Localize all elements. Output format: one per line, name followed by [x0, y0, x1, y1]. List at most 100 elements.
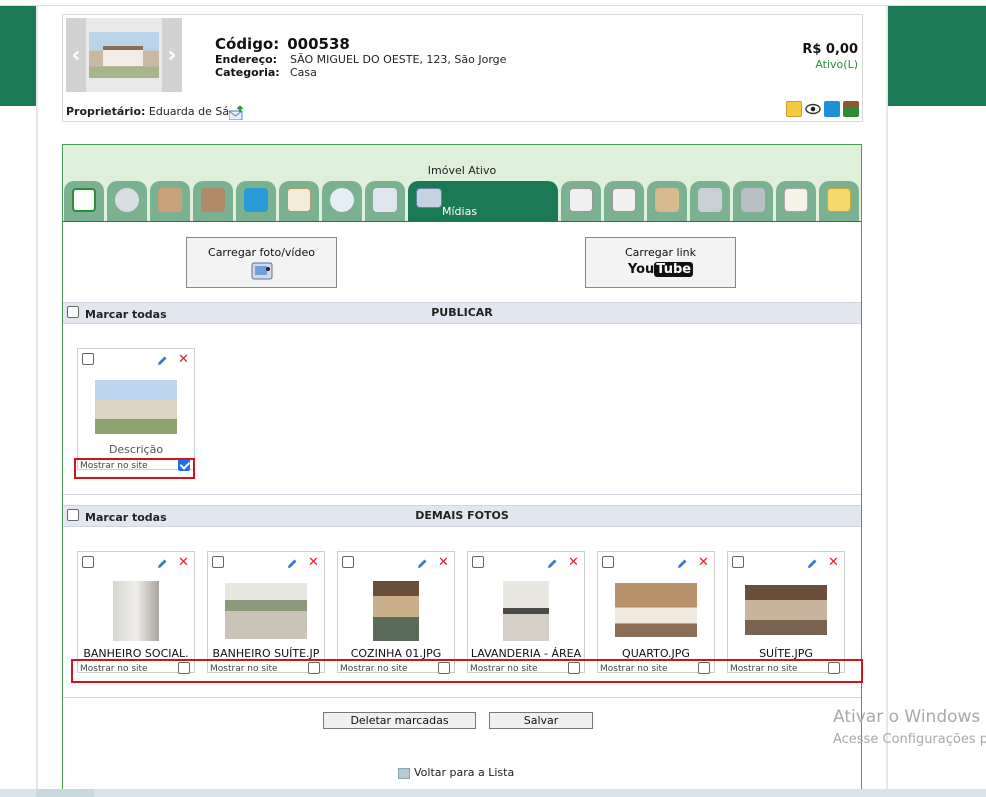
edit-pencil-icon[interactable]: [286, 558, 297, 569]
email-upload-icon[interactable]: [228, 105, 245, 121]
property-header: ‹ › Código: 000538 Endereço: SÃO MIGUEL D…: [62, 14, 863, 122]
tab-keys[interactable]: [690, 181, 730, 221]
other-photos-section-header: Marcar todas DEMAIS FOTOS: [63, 505, 861, 527]
tab-note[interactable]: [819, 181, 859, 221]
building-icon[interactable]: [843, 101, 859, 117]
brand-band-left: [0, 6, 38, 106]
note-icon[interactable]: [786, 101, 802, 117]
gears-icon: [115, 188, 139, 212]
sticky-note-icon: [827, 188, 851, 212]
media-thumbnail[interactable]: [225, 583, 307, 639]
media-description: Descrição: [108, 443, 164, 456]
media-select-checkbox[interactable]: [212, 556, 224, 568]
publish-section-title: PUBLICAR: [431, 306, 493, 319]
tab-lock[interactable]: [733, 181, 773, 221]
media-select-checkbox[interactable]: [732, 556, 744, 568]
tab-media[interactable]: Mídias: [408, 181, 558, 221]
photo-carousel: ‹ ›: [66, 18, 182, 92]
list-icon: [612, 188, 636, 212]
code-value: 000538: [287, 35, 350, 53]
delete-x-icon[interactable]: ✕: [568, 556, 579, 569]
delete-x-icon[interactable]: ✕: [178, 556, 189, 569]
edit-pencil-icon[interactable]: [156, 558, 167, 569]
edit-pencil-icon[interactable]: [676, 558, 687, 569]
bottom-scrollbar[interactable]: [0, 789, 986, 797]
tab-documents[interactable]: [561, 181, 601, 221]
delete-x-icon[interactable]: ✕: [308, 556, 319, 569]
photo-card: ✕ QUARTO.JPG Mostrar no site: [597, 551, 715, 674]
panel-edge-right: [886, 6, 888, 797]
tab-home[interactable]: [64, 181, 104, 221]
photo-card: ✕ BANHEIRO SOCIAL. Mostrar no site: [77, 551, 195, 674]
brochure-icon[interactable]: [824, 101, 840, 117]
delete-x-icon[interactable]: ✕: [698, 556, 709, 569]
photo-card: ✕ COZINHA 01.JPG Mostrar no site: [337, 551, 455, 674]
property-status: Ativo(L): [815, 58, 858, 71]
tab-publish[interactable]: [236, 181, 276, 221]
easel-icon: [373, 188, 397, 212]
brand-band-right: [887, 6, 986, 106]
people-icon: [158, 188, 182, 212]
group-icon: [201, 188, 225, 212]
publish-card: ✕ Descrição Mostrar no site: [77, 348, 195, 471]
edit-pencil-icon[interactable]: [416, 558, 427, 569]
category-value: Casa: [290, 66, 317, 79]
media-select-checkbox[interactable]: [82, 556, 94, 568]
tab-underline: [63, 221, 861, 222]
tab-clients[interactable]: [647, 181, 687, 221]
media-thumbnail[interactable]: [745, 585, 827, 635]
windows-activation-subtitle: Acesse Configurações p: [833, 732, 986, 747]
scrollbar-thumb[interactable]: [36, 789, 94, 797]
photo-upload-icon: [187, 262, 336, 283]
code-label: Código:: [215, 35, 280, 53]
section-divider: [63, 697, 861, 698]
property-photo[interactable]: [89, 32, 159, 78]
owner-label: Proprietário:: [66, 105, 146, 118]
edit-pencil-icon[interactable]: [156, 355, 167, 366]
eye-icon[interactable]: [805, 101, 821, 117]
media-thumbnail[interactable]: [113, 581, 159, 641]
panel-edge-left: [36, 6, 38, 797]
brochure-tab-icon: [244, 188, 268, 212]
camera-icon: [416, 188, 442, 208]
back-to-list-link[interactable]: Voltar para a Lista: [398, 766, 514, 779]
delete-x-icon[interactable]: ✕: [178, 353, 189, 366]
youtube-logo-icon: You Tube: [627, 262, 694, 277]
tab-presentation[interactable]: [365, 181, 405, 221]
other-section-title: DEMAIS FOTOS: [415, 509, 509, 522]
tab-notes-list[interactable]: [604, 181, 644, 221]
upload-photo-video-button[interactable]: Carregar foto/vídeo: [186, 237, 337, 288]
tab-files[interactable]: [776, 181, 816, 221]
delete-x-icon[interactable]: ✕: [438, 556, 449, 569]
edit-pencil-icon[interactable]: [546, 558, 557, 569]
delete-x-icon[interactable]: ✕: [828, 556, 839, 569]
tab-settings[interactable]: [107, 181, 147, 221]
upload-link-button[interactable]: Carregar link You Tube: [585, 237, 736, 288]
media-thumbnail[interactable]: [503, 581, 549, 641]
tab-owners[interactable]: [193, 181, 233, 221]
media-select-checkbox[interactable]: [602, 556, 614, 568]
address-value: SÃO MIGUEL DO OESTE, 123, São Jorge: [290, 53, 507, 66]
next-photo-button[interactable]: ›: [162, 18, 182, 92]
media-select-checkbox[interactable]: [342, 556, 354, 568]
prev-photo-button[interactable]: ‹: [66, 18, 86, 92]
upload-link-label: Carregar link: [625, 246, 696, 259]
save-button[interactable]: Salvar: [489, 712, 593, 729]
home-icon: [72, 188, 96, 212]
address-label: Endereço:: [215, 53, 278, 66]
delete-marked-button[interactable]: Deletar marcadas: [323, 712, 476, 729]
media-select-checkbox[interactable]: [472, 556, 484, 568]
media-thumbnail[interactable]: [373, 581, 419, 641]
tab-checklist[interactable]: [279, 181, 319, 221]
list-doc-icon: [569, 188, 593, 212]
back-to-list-label: Voltar para a Lista: [414, 766, 515, 779]
section-divider: [63, 494, 861, 495]
media-thumbnail[interactable]: [95, 380, 177, 434]
tab-contacts[interactable]: [150, 181, 190, 221]
tab-schedule[interactable]: [322, 181, 362, 221]
tab-strip: Mídias: [63, 181, 861, 221]
edit-pencil-icon[interactable]: [806, 558, 817, 569]
media-thumbnail[interactable]: [615, 583, 697, 637]
list-icon: [398, 767, 410, 779]
media-select-checkbox[interactable]: [82, 353, 94, 365]
